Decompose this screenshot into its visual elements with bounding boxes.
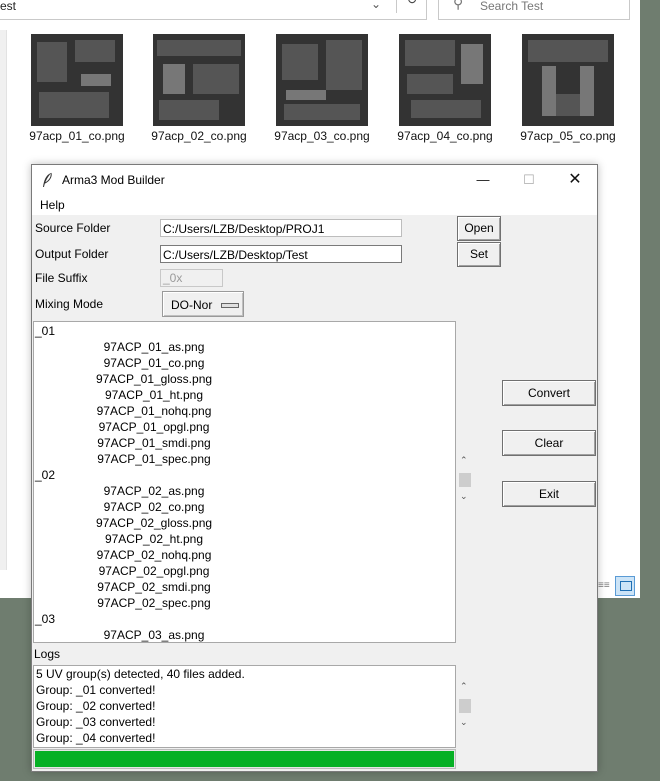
chevron-down-icon[interactable]: ⌄ (371, 0, 381, 11)
progress-bar (33, 749, 456, 769)
thumbnail-image[interactable] (153, 34, 245, 126)
mixing-mode-value: DO-Nor (171, 298, 213, 312)
exit-button[interactable]: Exit (502, 481, 596, 507)
mixing-mode-select[interactable]: DO-Nor (162, 291, 244, 317)
log-line: Group: _04 converted! (36, 731, 156, 745)
set-button[interactable]: Set (457, 242, 501, 267)
scroll-up-icon[interactable]: ⌃ (460, 455, 468, 466)
scroll-down-icon[interactable]: ⌄ (460, 717, 468, 728)
large-icons-view-icon[interactable] (615, 576, 635, 596)
mixing-mode-label: Mixing Mode (35, 297, 104, 311)
log-scrollbar[interactable]: ⌃ ⌄ (457, 681, 474, 731)
convert-button[interactable]: Convert (502, 380, 596, 406)
file-suffix-label: File Suffix (35, 271, 88, 285)
list-item[interactable]: 97ACP_01_co.png (34, 355, 274, 371)
navigation-pane (0, 30, 7, 570)
list-item[interactable]: 97ACP_02_spec.png (34, 595, 274, 611)
log-line: Group: _02 converted! (36, 699, 156, 713)
list-item[interactable]: 97ACP_02_gloss.png (34, 515, 274, 531)
progress-fill (35, 751, 454, 767)
scrollbar-thumb[interactable] (459, 699, 471, 713)
list-item[interactable]: 97ACP_01_as.png (34, 339, 274, 355)
thumbnail-image[interactable] (522, 34, 614, 126)
scroll-down-icon[interactable]: ⌄ (460, 491, 468, 502)
thumbnail-label[interactable]: 97acp_02_co.png (137, 129, 261, 143)
list-item[interactable]: 97ACP_01_spec.png (34, 451, 274, 467)
list-item[interactable]: 97ACP_02_ht.png (34, 531, 274, 547)
list-item[interactable]: 97ACP_02_smdi.png (34, 579, 274, 595)
logs-label: Logs (34, 647, 61, 661)
menu-bar: Help (32, 195, 597, 215)
thumbnail-image[interactable] (31, 34, 123, 126)
menu-help[interactable]: Help (40, 198, 65, 212)
output-folder-label: Output Folder (35, 247, 109, 261)
thumbnail-label[interactable]: 97acp_03_co.png (260, 129, 384, 143)
list-item[interactable]: 97ACP_02_nohq.png (34, 547, 274, 563)
details-view-icon[interactable]: ≡≡ (598, 580, 612, 592)
list-item[interactable]: 97ACP_01_nohq.png (34, 403, 274, 419)
file-suffix-input[interactable]: _0x (160, 269, 223, 287)
scroll-up-icon[interactable]: ⌃ (460, 681, 468, 692)
view-switcher: ≡≡ (598, 576, 638, 596)
address-text: est (0, 0, 17, 13)
feather-icon (43, 172, 52, 187)
source-folder-input[interactable]: C:/Users/LZB/Desktop/PROJ1 (160, 219, 402, 237)
list-item[interactable]: 97ACP_01_opgl.png (34, 419, 274, 435)
window-title: Arma3 Mod Builder (62, 173, 165, 187)
list-item[interactable]: 97ACP_01_smdi.png (34, 435, 274, 451)
log-line: 5 UV group(s) detected, 40 files added. (36, 667, 245, 681)
log-line: Group: _01 converted! (36, 683, 156, 697)
list-item[interactable]: 97ACP_02_as.png (34, 483, 274, 499)
dropdown-indicator-icon (221, 303, 239, 308)
thumbnail-label[interactable]: 97acp_05_co.png (506, 129, 630, 143)
log-line: Group: _03 converted! (36, 715, 156, 729)
list-item[interactable]: 97ACP_02_co.png (34, 499, 274, 515)
group-header[interactable]: _03 (34, 611, 455, 627)
list-item[interactable]: 97ACP_02_opgl.png (34, 563, 274, 579)
title-bar[interactable]: Arma3 Mod Builder — ☐ ✕ (32, 165, 597, 195)
group-header[interactable]: _01 (34, 323, 455, 339)
search-box[interactable]: ⚲ Search Test (438, 0, 630, 20)
search-icon: ⚲ (453, 0, 464, 11)
source-folder-label: Source Folder (35, 221, 111, 235)
scrollbar-thumb[interactable] (459, 473, 471, 487)
file-list[interactable]: _01 97ACP_01_as.png 97ACP_01_co.png 97ACP_0… (33, 321, 456, 643)
thumbnail-label[interactable]: 97acp_04_co.png (383, 129, 507, 143)
list-item[interactable]: 97ACP_03_as.png (34, 627, 274, 642)
output-folder-input[interactable]: C:/Users/LZB/Desktop/Test (160, 245, 402, 263)
maximize-button[interactable]: ☐ (506, 165, 552, 195)
thumbnail-label[interactable]: 97acp_01_co.png (15, 129, 139, 143)
list-item[interactable]: 97ACP_01_ht.png (34, 387, 274, 403)
file-list-scrollbar[interactable]: ⌃ ⌄ (457, 455, 474, 505)
thumbnail-image[interactable] (276, 34, 368, 126)
search-placeholder: Search Test (480, 0, 544, 13)
refresh-icon[interactable]: ↻ (396, 0, 427, 13)
log-box[interactable]: 5 UV group(s) detected, 40 files added. G… (33, 665, 456, 748)
clear-button[interactable]: Clear (502, 430, 596, 456)
mod-builder-window: Arma3 Mod Builder — ☐ ✕ Help Source Fold… (31, 164, 598, 772)
group-header[interactable]: _02 (34, 467, 455, 483)
close-button[interactable]: ✕ (552, 165, 598, 195)
open-button[interactable]: Open (457, 216, 501, 241)
address-bar[interactable]: est ⌄ ↻ (0, 0, 427, 20)
list-item[interactable]: 97ACP_01_gloss.png (34, 371, 274, 387)
minimize-button[interactable]: — (460, 165, 506, 195)
thumbnail-image[interactable] (399, 34, 491, 126)
